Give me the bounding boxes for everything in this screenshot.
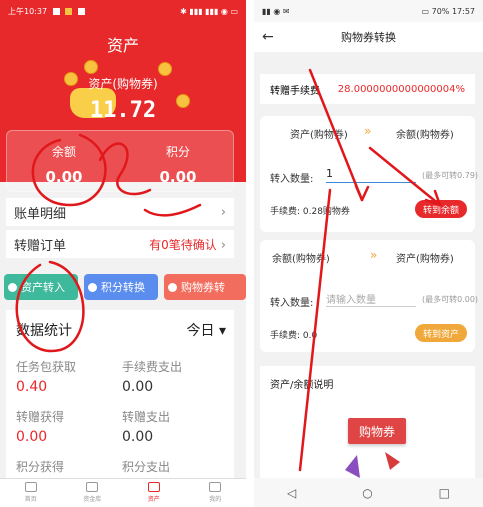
- recents-icon[interactable]: □: [439, 486, 450, 500]
- convert-to-balance-box: 资产(购物券) » 余额(购物券) 转入数量: 1 (最多可转0.79) 手续费…: [260, 116, 479, 232]
- period-selector[interactable]: 今日 ▾: [187, 320, 226, 340]
- asset-label: 资产(购物券): [88, 77, 158, 91]
- status-time: 上午10:37: [8, 6, 48, 16]
- max-hint: (最多可转0.00): [422, 295, 479, 304]
- chevron-right-icon: ›: [220, 204, 226, 220]
- fee-text: 手续费: 0.0: [270, 331, 318, 341]
- signal-icon: ▮▮ ◉ ✉: [262, 6, 290, 16]
- convert-icon: [88, 282, 97, 292]
- nav-fund[interactable]: 资金库: [62, 479, 124, 507]
- balance-label: 余额: [51, 145, 76, 159]
- coupon-convert-button[interactable]: 购物券转: [164, 274, 246, 300]
- quantity-input[interactable]: 1: [326, 167, 416, 183]
- transfer-orders-label: 转赠订单: [14, 238, 67, 254]
- max-hint: (最多可转0.79): [422, 171, 479, 180]
- action-buttons: 资产转入 积分转换 购物券转: [4, 274, 246, 300]
- fee-rate-label: 转赠手续费: [270, 85, 320, 97]
- nav-assets[interactable]: 资产: [123, 479, 185, 507]
- person-icon: [209, 482, 222, 492]
- balance-card: 余额 0.00 积分 0.00: [6, 130, 234, 192]
- caret-down-icon: ▾: [218, 323, 226, 339]
- chart-icon: [147, 482, 160, 492]
- transfer-orders-row[interactable]: 转赠订单 有0笔待确认 ›: [6, 230, 234, 258]
- points-value: 0.00: [159, 168, 197, 186]
- from-label: 资产(购物券): [290, 130, 348, 141]
- stats-panel: 数据统计 今日 ▾ 任务包获取 0.40 手续费支出 0.00 转赠获得 0.0…: [6, 310, 234, 480]
- asset-value: 11.72: [89, 98, 157, 123]
- chevron-right-icon: ›: [220, 237, 226, 253]
- fee-rate-value: 28.0000000000000004%: [337, 83, 465, 95]
- page-title: 购物券转换: [341, 31, 396, 44]
- arrow-right-icon: »: [370, 248, 378, 262]
- explanation-title: 资产/余额说明: [270, 380, 334, 391]
- stat-transfer-expense: 转赠支出 0.00: [122, 410, 171, 445]
- stat-task-income: 任务包获取 0.40: [16, 360, 77, 395]
- page-title: 资产: [106, 36, 139, 55]
- to-asset-button[interactable]: 转到资产: [415, 324, 467, 342]
- convert-to-asset-box: 余额(购物券) » 资产(购物券) 转入数量: 请输入数量 (最多可转0.00)…: [260, 240, 479, 352]
- fee-rate-row: 转赠手续费 28.0000000000000004%: [260, 74, 475, 104]
- stat-transfer-income: 转赠获得 0.00: [16, 410, 65, 445]
- nav-home[interactable]: 首页: [0, 479, 62, 507]
- points-convert-button[interactable]: 积分转换: [84, 274, 158, 300]
- notification-icon: [65, 7, 73, 15]
- balance-column[interactable]: 余额 0.00: [7, 143, 121, 186]
- notification-icon: [77, 7, 85, 15]
- battery-level: 70%: [431, 6, 450, 16]
- fee-text: 手续费: 0.28购物券: [270, 207, 350, 217]
- status-bar: 上午10:37 ✱ ▮▮▮ ▮▮▮ ◉ ▭: [0, 0, 246, 22]
- coupon-banner: 购物券: [348, 418, 406, 444]
- status-time: 17:57: [451, 6, 475, 16]
- stat-points-expense: 积分支出: [122, 460, 171, 474]
- balance-value: 0.00: [45, 168, 83, 186]
- status-bar: ▮▮ ◉ ✉ ▭ 70% 17:57: [254, 0, 483, 22]
- stats-title: 数据统计: [16, 323, 72, 339]
- nav-mine[interactable]: 我的: [185, 479, 247, 507]
- stat-points-income: 积分获得: [16, 460, 65, 474]
- battery-icon: ▭: [421, 6, 430, 16]
- pending-orders-text: 有0笔待确认: [149, 237, 217, 252]
- back-arrow-icon[interactable]: ←: [262, 29, 274, 45]
- to-balance-button[interactable]: 转到余额: [415, 200, 467, 218]
- notification-icon: [52, 7, 60, 15]
- explanation-panel: 资产/余额说明 购物券: [260, 366, 475, 478]
- coupon-icon: [168, 282, 177, 292]
- bill-details-row[interactable]: 账单明细 ›: [6, 198, 234, 226]
- points-label: 积分: [165, 145, 190, 159]
- home-icon[interactable]: ○: [362, 486, 372, 500]
- stat-fee-expense: 手续费支出 0.00: [122, 360, 183, 395]
- bottom-nav: 首页 资金库 资产 我的: [0, 478, 246, 507]
- to-label: 余额(购物券): [396, 130, 454, 141]
- to-label: 资产(购物券): [396, 254, 454, 265]
- home-icon: [24, 482, 37, 492]
- arrow-right-icon: »: [364, 124, 372, 138]
- from-label: 余额(购物券): [272, 254, 330, 265]
- system-nav-bar: ◁ ○ □: [254, 478, 483, 507]
- quantity-input[interactable]: 请输入数量: [326, 291, 416, 307]
- transfer-icon: [8, 282, 17, 292]
- points-column[interactable]: 积分 0.00: [121, 143, 235, 186]
- input-label: 转入数量:: [270, 298, 314, 309]
- asset-transfer-in-button[interactable]: 资产转入: [4, 274, 78, 300]
- signal-icon: ✱ ▮▮▮ ▮▮▮ ◉ ▭: [180, 6, 238, 16]
- top-bar: ← 购物券转换: [254, 22, 483, 52]
- right-phone-screen: ▮▮ ◉ ✉ ▭ 70% 17:57 ← 购物券转换 转赠手续费 28.0000…: [254, 0, 483, 507]
- planet-icon: [86, 482, 99, 492]
- left-phone-screen: 上午10:37 ✱ ▮▮▮ ▮▮▮ ◉ ▭ 资产 资产(购物券) 11.72 余…: [0, 0, 246, 507]
- back-icon[interactable]: ◁: [287, 486, 296, 500]
- bill-details-label: 账单明细: [14, 206, 67, 222]
- input-label: 转入数量:: [270, 174, 314, 185]
